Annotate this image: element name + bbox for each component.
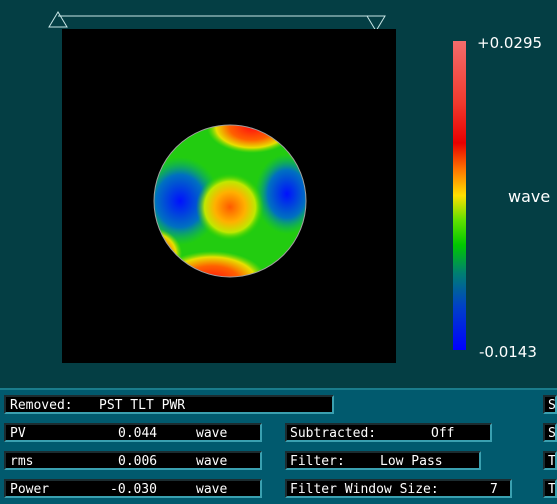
right-edge-label: S	[548, 426, 556, 441]
filter-label: Filter:	[290, 454, 345, 469]
power-label: Power	[10, 482, 50, 497]
rms-value: 0.006	[118, 454, 158, 469]
subtracted-box: Subtracted: Off	[285, 423, 492, 442]
filter-window-value[interactable]: 7	[490, 481, 498, 496]
colorbar-min-label: -0.0143	[479, 343, 537, 361]
subtracted-value: Off	[431, 426, 455, 441]
removed-label: Removed:	[10, 398, 73, 413]
panel-divider	[0, 388, 557, 390]
rms-box: rms 0.006 wave	[4, 451, 262, 470]
rms-label: rms	[10, 454, 34, 469]
right-edge-label: S	[548, 398, 556, 413]
results-panel: Removed: PST TLT PWR PV 0.044 wave rms 0…	[0, 388, 557, 504]
removed-box: Removed: PST TLT PWR	[4, 395, 334, 414]
colorbar	[453, 41, 466, 350]
right-edge-box-1: S	[543, 395, 557, 414]
power-unit: wave	[196, 482, 228, 497]
filter-window-box[interactable]: Filter Window Size: 7	[285, 479, 512, 498]
removed-value: PST TLT PWR	[99, 398, 186, 413]
right-edge-label: T	[548, 454, 556, 469]
right-edge-box-4: T	[543, 479, 557, 498]
rms-unit: wave	[196, 454, 228, 469]
power-value: -0.030	[110, 482, 157, 497]
slice-start-handle-icon[interactable]	[48, 11, 68, 28]
surface-plot-panel: +0.0295 wave -0.0143	[0, 0, 557, 388]
surface-map-graphic	[153, 124, 307, 278]
filter-window-label: Filter Window Size:	[290, 482, 439, 497]
surface-map[interactable]	[62, 29, 396, 363]
filter-value[interactable]: Low Pass	[380, 453, 443, 468]
aperture	[154, 125, 306, 277]
pv-label: PV	[10, 426, 26, 441]
right-edge-label: T	[548, 482, 556, 497]
filter-box[interactable]: Filter: Low Pass	[285, 451, 481, 470]
colorbar-max-label: +0.0295	[477, 34, 543, 52]
colorbar-unit-label: wave	[508, 187, 551, 206]
right-edge-box-2: S	[543, 423, 557, 442]
pv-box: PV 0.044 wave	[4, 423, 262, 442]
pv-unit: wave	[196, 426, 228, 441]
subtracted-label: Subtracted:	[290, 426, 377, 441]
pv-value: 0.044	[118, 426, 158, 441]
right-edge-box-3: T	[543, 451, 557, 470]
power-box: Power -0.030 wave	[4, 479, 262, 498]
